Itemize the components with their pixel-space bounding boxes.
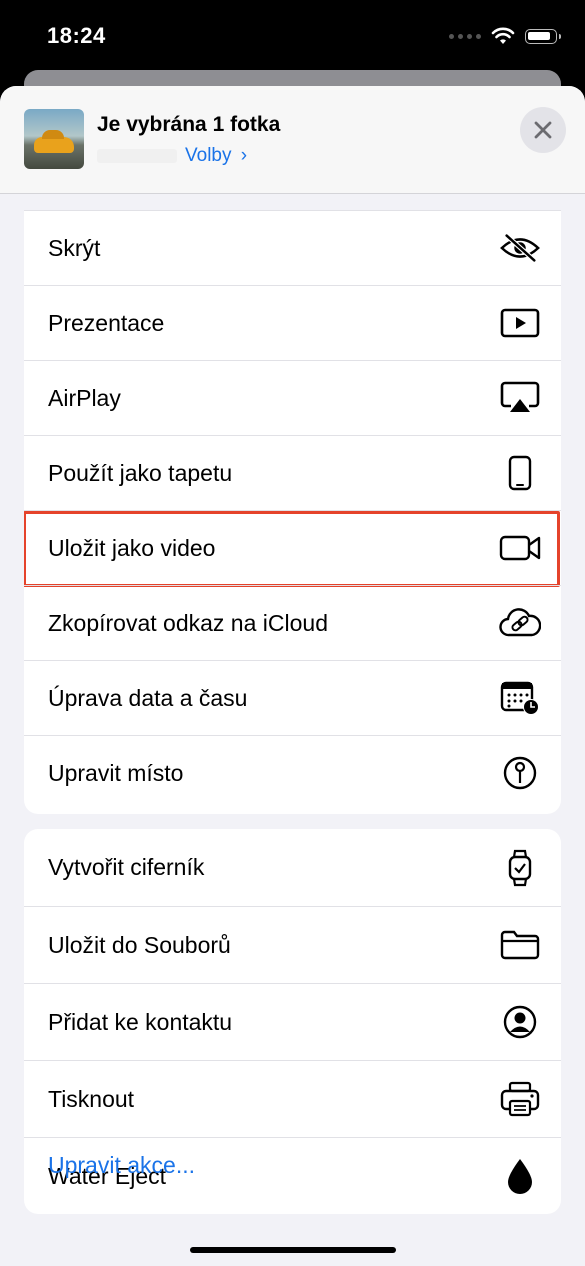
photo-thumbnail [24, 109, 84, 169]
action-row-save-to-files[interactable]: Uložit do Souborů [24, 906, 561, 983]
video-camera-icon [499, 527, 541, 569]
calendar-clock-icon [499, 677, 541, 719]
action-label: Přidat ke kontaktu [48, 1008, 233, 1035]
action-label: AirPlay [48, 384, 121, 411]
action-label: Uložit jako video [48, 534, 216, 561]
action-row-slideshow[interactable]: Prezentace [24, 285, 561, 360]
action-label: Prezentace [48, 309, 165, 336]
watch-icon [499, 847, 541, 889]
drop-icon [499, 1155, 541, 1197]
action-row-add-to-contact[interactable]: Přidat ke kontaktu [24, 983, 561, 1060]
action-label: Vytvořit ciferník [48, 854, 205, 880]
action-row-print[interactable]: Tisknout [24, 1060, 561, 1137]
action-row-wallpaper[interactable]: Použít jako tapetu [24, 435, 561, 510]
actions-group-1: Skrýt Prezentace AirPlay Použít jako tap… [24, 210, 561, 814]
chevron-right-icon: › [240, 145, 248, 166]
action-label: Upravit místo [48, 759, 184, 786]
close-button[interactable] [520, 107, 566, 153]
icloud-link-icon [499, 602, 541, 644]
options-link[interactable]: Volby › [185, 145, 247, 167]
folder-icon [499, 924, 541, 966]
person-circle-icon [499, 1001, 541, 1043]
printer-icon [499, 1078, 541, 1120]
sheet-title: Je vybrána 1 fotka [97, 113, 281, 136]
action-row-adjust-location[interactable]: Upravit místo [24, 735, 561, 810]
close-icon [534, 121, 552, 139]
wifi-icon [491, 27, 515, 45]
home-indicator[interactable] [190, 1247, 396, 1253]
action-row-hide[interactable]: Skrýt [24, 210, 561, 285]
action-label: Použít jako tapetu [48, 459, 233, 486]
action-label: Uložit do Souborů [48, 931, 231, 958]
eye-slash-icon [499, 227, 541, 269]
header-subtitle: Volby › [97, 144, 247, 168]
action-row-copy-icloud-link[interactable]: Zkopírovat odkaz na iCloud [24, 585, 561, 660]
battery-icon [525, 28, 561, 44]
airplay-icon [499, 377, 541, 419]
status-icons [449, 27, 561, 45]
map-pin-icon [499, 752, 541, 794]
action-label: Skrýt [48, 234, 101, 261]
share-sheet: Je vybrána 1 fotka Volby › Skrýt Prezent… [0, 86, 585, 1266]
action-label: Zkopírovat odkaz na iCloud [48, 609, 328, 636]
status-time: 18:24 [47, 23, 106, 48]
action-row-airplay[interactable]: AirPlay [24, 360, 561, 435]
status-bar: 18:24 [0, 0, 585, 72]
sheet-header: Je vybrána 1 fotka Volby › [0, 86, 585, 194]
action-label: Úprava data a času [48, 684, 248, 711]
iphone-icon [499, 452, 541, 494]
action-row-save-as-video[interactable]: Uložit jako video [24, 510, 561, 587]
action-row-create-watch-face[interactable]: Vytvořit ciferník [24, 829, 561, 906]
options-label: Volby [185, 145, 232, 166]
blurred-info [97, 149, 177, 163]
action-row-adjust-date[interactable]: Úprava data a času [24, 660, 561, 735]
edit-actions-link[interactable]: Upravit akce... [48, 1152, 195, 1179]
action-label: Tisknout [48, 1085, 135, 1112]
play-rectangle-icon [499, 302, 541, 344]
cellular-signal-icon [449, 33, 481, 39]
